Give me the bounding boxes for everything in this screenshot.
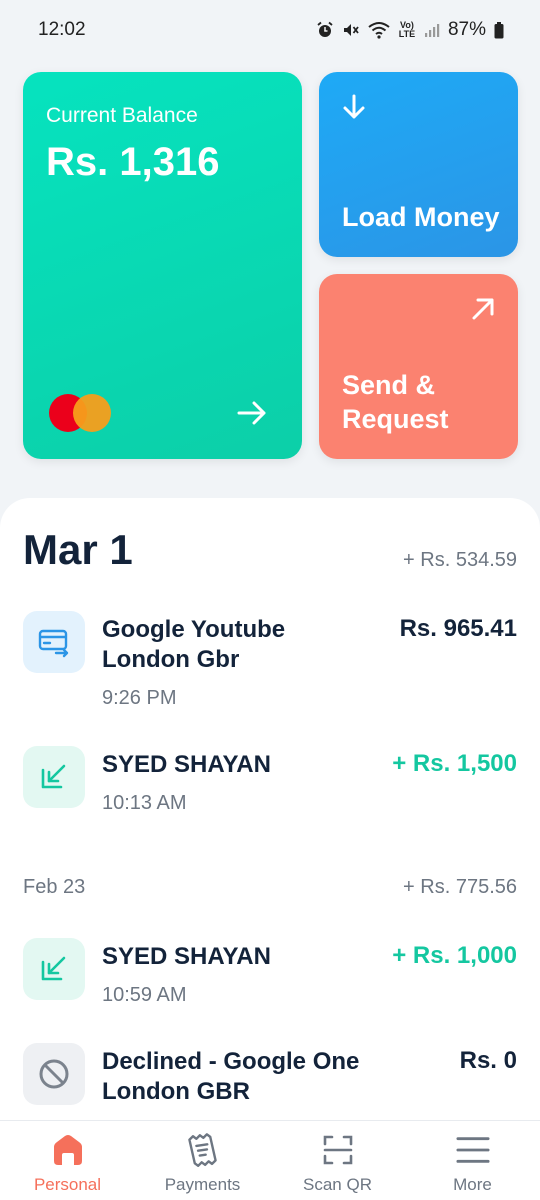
load-money-button[interactable]: Load Money [319, 72, 518, 257]
status-time: 12:02 [38, 19, 86, 40]
transaction-amount: Rs. 0 [459, 1047, 517, 1074]
signal-icon [424, 24, 440, 37]
mastercard-logo [49, 394, 113, 434]
group-date: Feb 23 [23, 876, 86, 898]
receive-arrow-icon [23, 746, 85, 808]
status-bar: 12:02 Vo) LTE 87% [0, 0, 540, 60]
arrow-up-right-icon [472, 298, 494, 320]
group-total: + Rs. 534.59 [403, 549, 517, 571]
transaction-title: SYED SHAYAN [102, 751, 271, 778]
transactions-sheet[interactable]: Mar 1 + Rs. 534.59 Google Youtube London… [0, 498, 540, 1200]
receive-arrow-icon [23, 938, 85, 1000]
transaction-group-header: Mar 1 + Rs. 534.59 [23, 526, 517, 574]
transaction-title: SYED SHAYAN [102, 943, 271, 970]
group-total: + Rs. 775.56 [403, 876, 517, 898]
nav-payments[interactable]: Payments [135, 1121, 270, 1200]
nav-label: More [453, 1175, 492, 1194]
battery-percent: 87% [447, 19, 486, 40]
declined-icon [23, 1043, 85, 1105]
status-icons: Vo) LTE 87% [316, 19, 504, 41]
transaction-amount: + Rs. 1,500 [392, 750, 517, 777]
transaction-time: 10:59 AM [102, 984, 187, 1006]
send-request-button[interactable]: Send & Request [319, 274, 518, 459]
transaction-time: 9:26 PM [102, 687, 177, 709]
menu-icon [455, 1133, 490, 1167]
mute-icon [343, 24, 359, 36]
arrow-right-icon[interactable] [235, 396, 269, 430]
nav-scan-qr[interactable]: Scan QR [270, 1121, 405, 1200]
balance-label: Current Balance [46, 104, 198, 127]
arrow-down-icon [343, 94, 365, 119]
transaction-row[interactable]: SYED SHAYAN 10:13 AM + Rs. 1,500 [23, 746, 517, 826]
transaction-row[interactable]: SYED SHAYAN 10:59 AM + Rs. 1,000 [23, 938, 517, 1018]
wifi-icon [368, 22, 390, 39]
scan-qr-icon [321, 1133, 355, 1167]
volte-icon: Vo) LTE [398, 20, 416, 39]
nav-personal[interactable]: Personal [0, 1121, 135, 1200]
send-request-label: Send & Request [342, 370, 449, 434]
nav-label: Payments [164, 1175, 241, 1194]
receipt-icon [186, 1133, 220, 1167]
bottom-nav: Personal Payments Scan QR More [0, 1120, 540, 1200]
transaction-time: 10:13 AM [102, 792, 187, 814]
transaction-amount: + Rs. 1,000 [392, 942, 517, 969]
transaction-group-header: Feb 23 + Rs. 775.56 [23, 876, 517, 899]
nav-more[interactable]: More [405, 1121, 540, 1200]
transaction-amount: Rs. 965.41 [399, 615, 517, 642]
transaction-row[interactable]: Declined - Google One London GBR Rs. 0 [23, 1043, 517, 1123]
transaction-title: Declined - Google One London GBR [102, 1048, 360, 1105]
transaction-title: Google Youtube London Gbr [102, 616, 286, 673]
card-transfer-icon [23, 611, 85, 673]
alarm-icon [317, 21, 333, 37]
group-date: Mar 1 [23, 526, 133, 573]
load-money-label: Load Money [342, 202, 500, 232]
nav-label: Scan QR [303, 1175, 372, 1194]
battery-icon [494, 21, 504, 38]
nav-label: Personal [33, 1175, 102, 1194]
balance-value: Rs. 1,316 [46, 140, 220, 184]
home-icon [51, 1133, 85, 1167]
transaction-row[interactable]: Google Youtube London Gbr 9:26 PM Rs. 96… [23, 611, 517, 709]
balance-card[interactable]: Current Balance Rs. 1,316 [23, 72, 302, 459]
